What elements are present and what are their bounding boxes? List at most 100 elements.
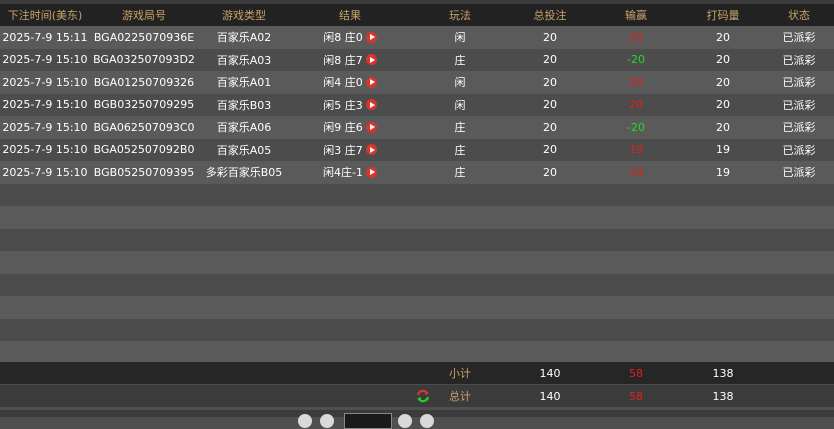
cell-winloss: 19 <box>629 143 643 157</box>
play-icon[interactable] <box>365 76 377 88</box>
cell-bet: 庄 <box>454 166 466 180</box>
refresh-icon[interactable] <box>416 389 430 403</box>
empty-row <box>0 251 834 274</box>
cell-status: 已派彩 <box>782 31 816 45</box>
result-text: 闲9 庄6 <box>323 121 363 135</box>
cell-code: 19 <box>716 143 730 157</box>
cell-code: 20 <box>716 98 730 112</box>
empty-row <box>0 273 834 296</box>
subtotal-label: 小计 <box>449 367 471 380</box>
col-header-time: 下注时间(美东) <box>7 9 83 22</box>
col-header-status: 状态 <box>788 9 810 22</box>
cell-bet: 庄 <box>454 143 466 157</box>
result-text: 闲4 庄0 <box>323 76 363 90</box>
cell-total: 20 <box>543 98 557 112</box>
play-icon[interactable] <box>365 31 377 43</box>
play-icon[interactable] <box>365 54 377 66</box>
cell-winloss: -20 <box>627 53 645 67</box>
col-header-round: 游戏局号 <box>122 9 166 22</box>
grand-total-winloss: 58 <box>629 389 643 403</box>
subtotal-code: 138 <box>712 366 734 380</box>
result-text: 闲8 庄0 <box>323 31 363 45</box>
table-row: 2025-7-9 15:10 BGB03250709295 百家乐B03 闲5 庄3 闲… <box>0 93 834 117</box>
next-page-button[interactable] <box>398 414 412 428</box>
cell-total: 20 <box>543 120 557 134</box>
table-row: 2025-7-9 15:10 BGA01250709326 百家乐A01 闲4 庄0 闲… <box>0 71 834 94</box>
play-icon[interactable] <box>365 166 377 178</box>
result-text: 闲8 庄7 <box>323 53 363 67</box>
cell-round: BGA062507093C0 <box>93 120 195 134</box>
col-header-result: 结果 <box>339 9 361 22</box>
cell-code: 20 <box>716 75 730 89</box>
table-row: 2025-7-9 15:10 BGA062507093C0 百家乐A06 闲9 庄6 庄… <box>0 116 834 139</box>
cell-status: 已派彩 <box>782 166 816 180</box>
result-text: 闲4庄-1 <box>323 166 363 180</box>
table-header: 下注时间(美东) 游戏局号 游戏类型 结果 玩法 总投注 输赢 打码量 状态 <box>0 4 834 26</box>
empty-row <box>0 341 834 364</box>
cell-result: 闲3 庄7 <box>290 139 410 162</box>
cell-winloss: -20 <box>627 120 645 134</box>
cell-result: 闲5 庄3 <box>290 94 410 117</box>
table-row: 2025-7-9 15:11 BGA0225070936E 百家乐A02 闲8 庄0 闲… <box>0 26 834 49</box>
cell-type: 百家乐A06 <box>216 121 272 135</box>
col-header-type: 游戏类型 <box>222 9 266 22</box>
cell-round: BGA052507092B0 <box>93 143 195 157</box>
empty-row <box>0 183 834 206</box>
table-row: 2025-7-9 15:10 BGA052507092B0 百家乐A05 闲3 庄7 庄… <box>0 138 834 162</box>
cell-round: BGB05250709395 <box>93 165 195 179</box>
cell-time: 2025-7-9 15:10 <box>2 53 88 67</box>
cell-type: 百家乐B03 <box>216 98 272 112</box>
cell-total: 20 <box>543 143 557 157</box>
cell-code: 19 <box>716 165 730 179</box>
cell-result: 闲8 庄0 <box>290 26 410 49</box>
cell-type: 百家乐A01 <box>216 76 272 90</box>
cell-round: BGA01250709326 <box>93 75 195 89</box>
cell-bet: 庄 <box>454 121 466 135</box>
subtotal-winloss: 58 <box>629 366 643 380</box>
cell-winloss: 20 <box>629 30 643 44</box>
cell-time: 2025-7-9 15:10 <box>2 75 88 89</box>
col-header-bet: 玩法 <box>449 9 471 22</box>
cell-type: 百家乐A03 <box>216 53 272 67</box>
cell-time: 2025-7-9 15:10 <box>2 143 88 157</box>
cell-bet: 闲 <box>454 31 466 45</box>
cell-time: 2025-7-9 15:11 <box>2 30 88 44</box>
cell-time: 2025-7-9 15:10 <box>2 98 88 112</box>
empty-row <box>0 228 834 251</box>
last-page-button[interactable] <box>420 414 434 428</box>
cell-round: BGB03250709295 <box>93 98 195 112</box>
cell-total: 20 <box>543 165 557 179</box>
cell-status: 已派彩 <box>782 53 816 67</box>
prev-page-button[interactable] <box>320 414 334 428</box>
cell-code: 20 <box>716 53 730 67</box>
cell-result: 闲4庄-1 <box>290 161 410 184</box>
cell-winloss: 20 <box>629 98 643 112</box>
cell-bet: 庄 <box>454 53 466 67</box>
result-text: 闲3 庄7 <box>323 143 363 157</box>
page-input[interactable] <box>344 413 392 429</box>
play-icon[interactable] <box>365 99 377 111</box>
table-row: 2025-7-9 15:10 BGA032507093D2 百家乐A03 闲8 庄7 庄… <box>0 48 834 71</box>
grand-total-total: 140 <box>539 389 561 403</box>
table-row: 2025-7-9 15:10 BGB05250709395 多彩百家乐B05 闲4庄-… <box>0 161 834 184</box>
cell-time: 2025-7-9 15:10 <box>2 165 88 179</box>
pagination-bar <box>0 410 834 417</box>
cell-status: 已派彩 <box>782 121 816 135</box>
cell-result: 闲9 庄6 <box>290 116 410 139</box>
col-header-total: 总投注 <box>533 9 567 22</box>
cell-total: 20 <box>543 53 557 67</box>
first-page-button[interactable] <box>298 414 312 428</box>
cell-code: 20 <box>716 30 730 44</box>
grand-total-code: 138 <box>712 389 734 403</box>
play-icon[interactable] <box>365 144 377 156</box>
cell-bet: 闲 <box>454 76 466 90</box>
col-header-code: 打码量 <box>706 9 740 22</box>
cell-code: 20 <box>716 120 730 134</box>
empty-row <box>0 296 834 319</box>
play-icon[interactable] <box>365 121 377 133</box>
empty-row <box>0 318 834 341</box>
cell-result: 闲4 庄0 <box>290 71 410 94</box>
cell-winloss: 19 <box>629 165 643 179</box>
cell-total: 20 <box>543 30 557 44</box>
cell-status: 已派彩 <box>782 98 816 112</box>
